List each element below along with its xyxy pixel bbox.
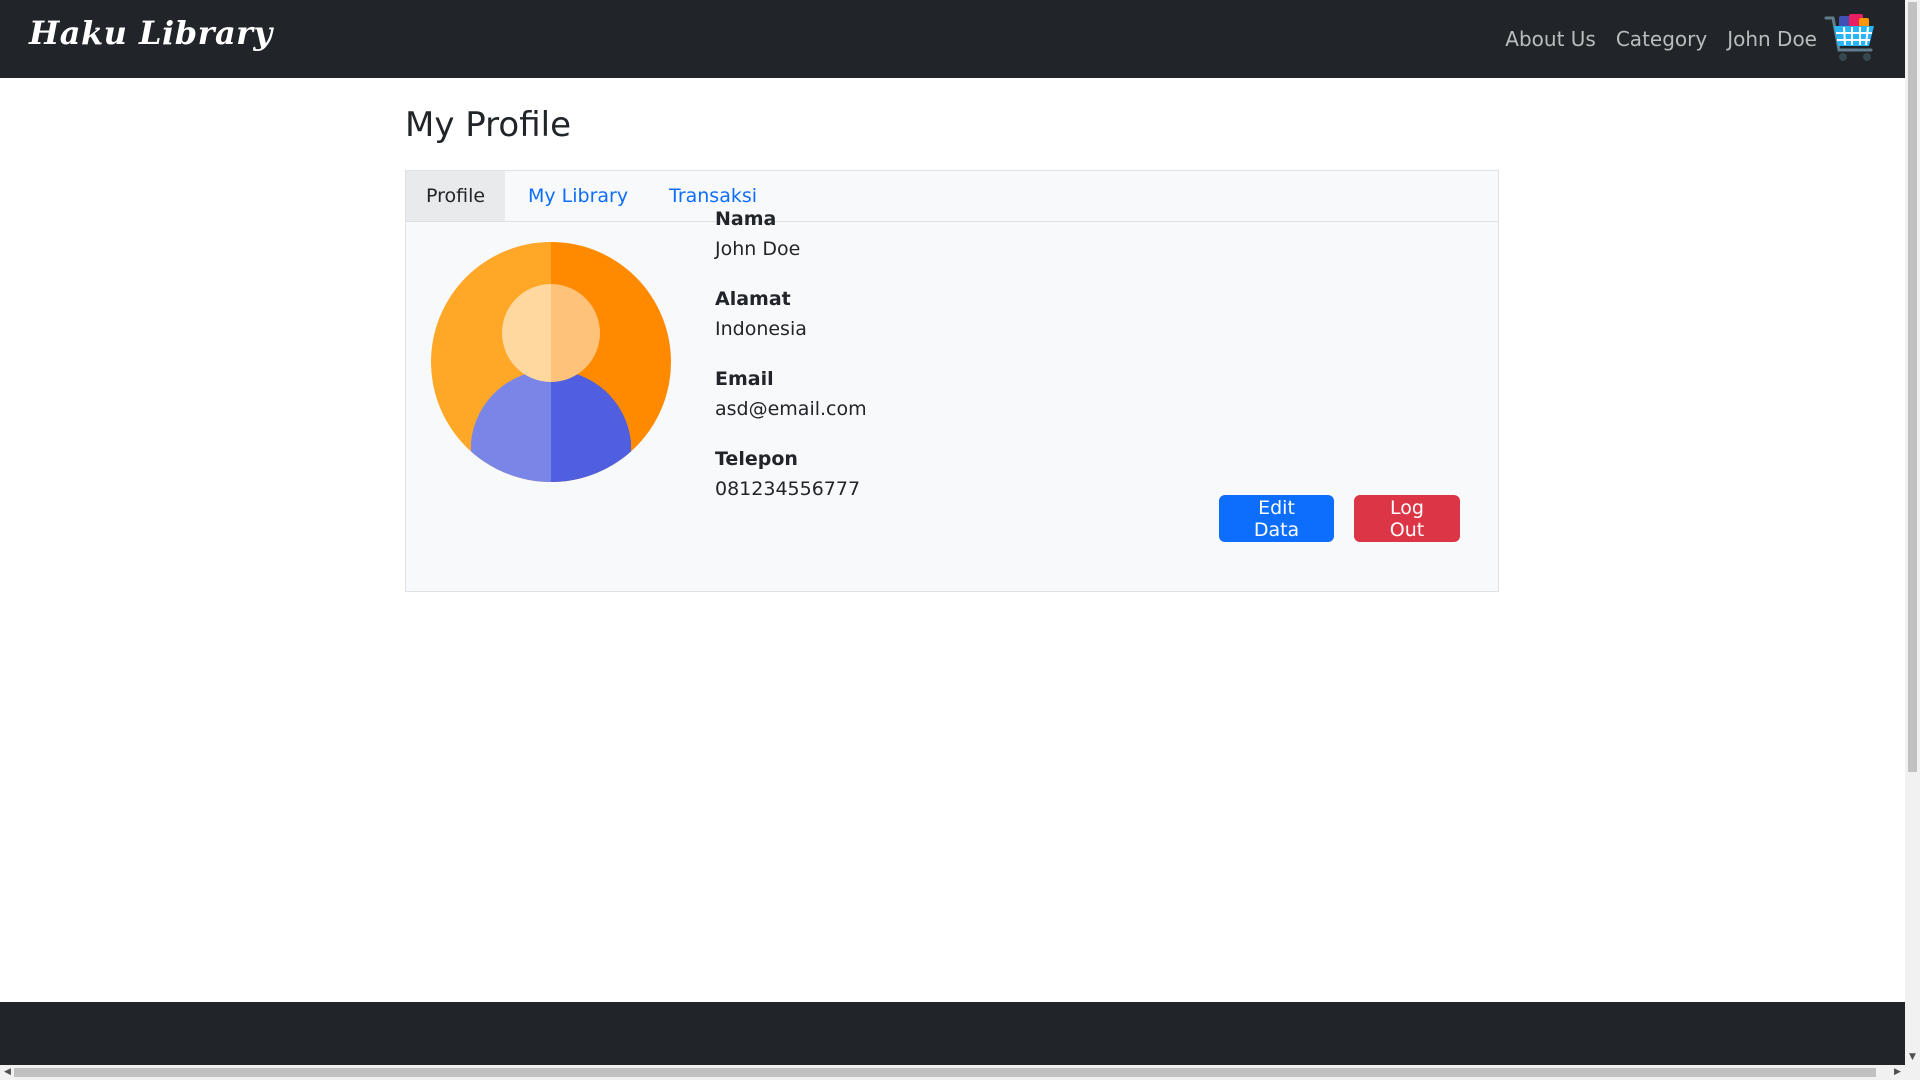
value-email: asd@email.com (715, 398, 867, 420)
page-title: My Profile (405, 105, 571, 145)
vertical-scroll-thumb[interactable] (1908, 2, 1917, 772)
profile-tabs: Profile My Library Transaksi (406, 171, 1498, 222)
horizontal-scrollbar[interactable]: ◀ ▶ (0, 1065, 1905, 1080)
profile-card: Profile My Library Transaksi Nama John D… (405, 170, 1499, 592)
edit-data-button[interactable]: Edit Data (1219, 495, 1334, 542)
log-out-button[interactable]: Log Out (1354, 495, 1460, 542)
nav-link-user[interactable]: John Doe (1727, 27, 1817, 51)
label-email: Email (715, 368, 774, 390)
value-telepon: 081234556777 (715, 478, 861, 500)
brand-logo[interactable]: Haku Library (29, 14, 273, 52)
label-telepon: Telepon (715, 448, 798, 470)
label-nama: Nama (715, 208, 777, 230)
value-nama: John Doe (715, 238, 801, 260)
footer (0, 1002, 1905, 1065)
navbar: Haku Library About Us Category John Doe (0, 0, 1905, 78)
scroll-down-arrow-icon[interactable]: ▼ (1905, 1050, 1920, 1065)
vertical-scrollbar[interactable]: ▼ (1905, 0, 1920, 1080)
scroll-right-arrow-icon[interactable]: ▶ (1890, 1065, 1905, 1080)
horizontal-scroll-thumb[interactable] (14, 1068, 1876, 1077)
nav-links: About Us Category John Doe (1505, 0, 1817, 78)
value-alamat: Indonesia (715, 318, 807, 340)
label-alamat: Alamat (715, 288, 791, 310)
tab-my-library[interactable]: My Library (508, 171, 648, 221)
tab-profile[interactable]: Profile (406, 171, 506, 221)
user-avatar-icon (431, 242, 671, 482)
scroll-left-arrow-icon[interactable]: ◀ (0, 1065, 15, 1080)
nav-link-category[interactable]: Category (1616, 27, 1707, 51)
shopping-cart-icon[interactable] (1823, 12, 1879, 64)
nav-link-about-us[interactable]: About Us (1505, 27, 1596, 51)
